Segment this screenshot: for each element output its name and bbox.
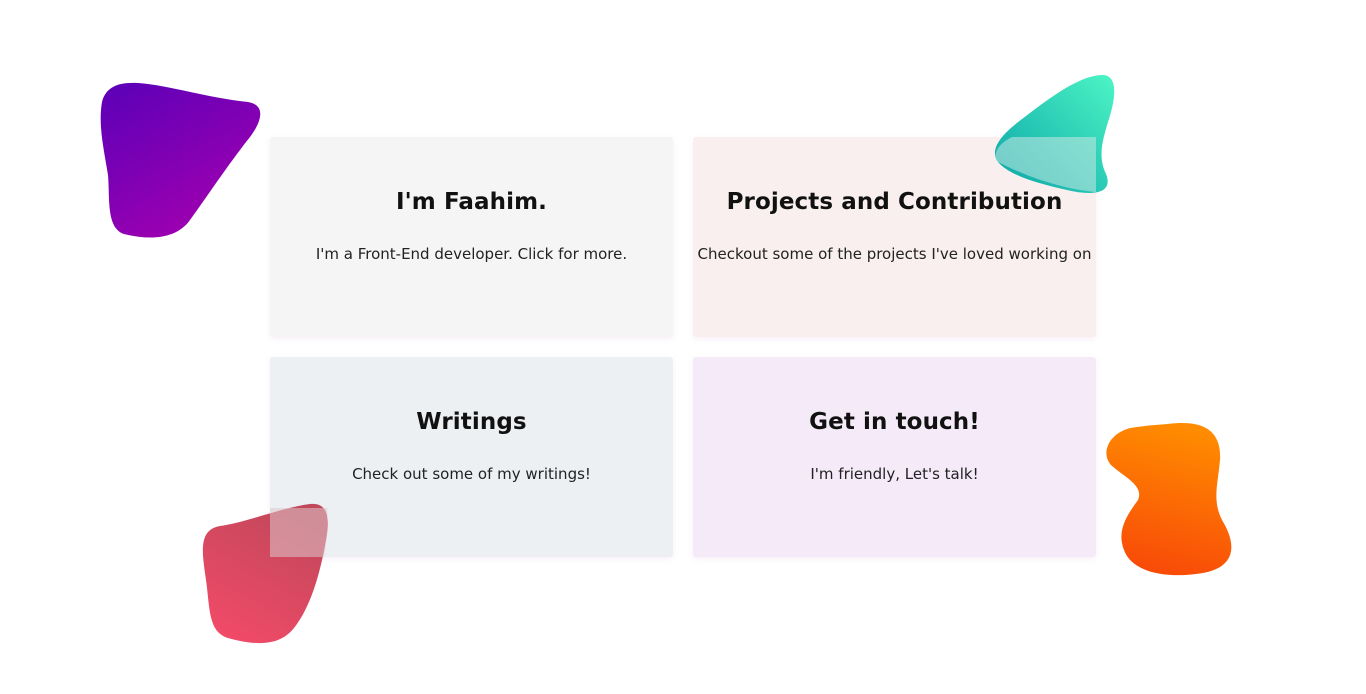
about-card-title: I'm Faahim. [395,189,548,215]
orange-blob-decoration [1106,423,1232,576]
projects-card-description: Checkout some of the projects I've loved… [697,245,1092,263]
purple-blob-decoration [100,82,261,238]
contact-card[interactable]: Get in touch! I'm friendly, Let's talk! [693,357,1096,557]
teal-blob-decoration [994,74,1115,193]
red-blob-decoration [202,503,328,644]
page: I'm Faahim. I'm a Front-End developer. C… [0,0,1366,694]
about-card[interactable]: I'm Faahim. I'm a Front-End developer. C… [270,137,673,337]
contact-card-description: I'm friendly, Let's talk! [810,465,979,483]
contact-card-title: Get in touch! [809,409,980,435]
writings-card-description: Check out some of my writings! [352,465,591,483]
writings-card-title: Writings [416,409,527,435]
about-card-description: I'm a Front-End developer. Click for mor… [315,245,628,263]
